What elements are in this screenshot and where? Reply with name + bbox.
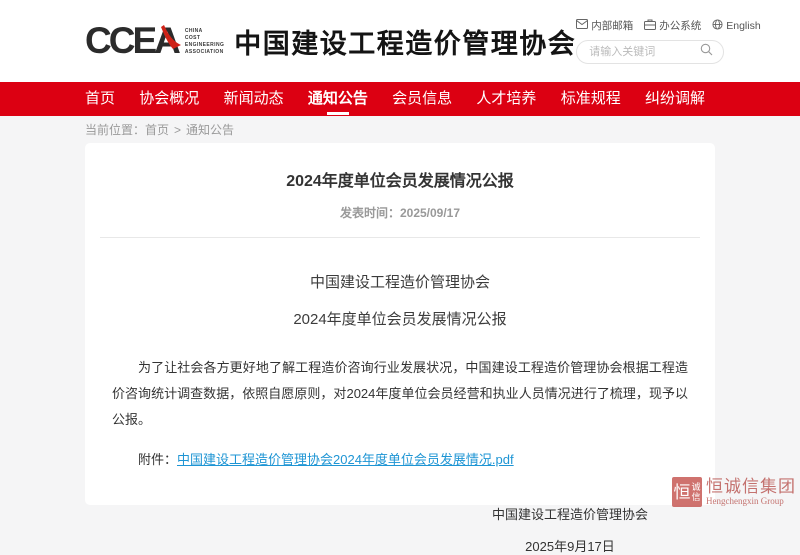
publish-date: 发表时间：2025/09/17 [100, 204, 700, 221]
internal-mail-link[interactable]: 内部邮箱 [576, 18, 633, 33]
search-input[interactable] [587, 45, 689, 59]
ccea-red-swoosh-icon [161, 24, 182, 56]
breadcrumb-home-link[interactable]: 首页 [145, 123, 169, 137]
hengchengxin-logo-icon: 恒 诚 信 [672, 477, 702, 507]
signature-block: 中国建设工程造价管理协会 2025年9月17日 [492, 504, 648, 555]
mail-icon [576, 19, 588, 32]
attachment-row: 附件：中国建设工程造价管理协会2024年度单位会员发展情况.pdf [112, 449, 688, 468]
briefcase-icon [644, 19, 656, 33]
nav-item-talent-training[interactable]: 人才培养 [476, 82, 536, 116]
breadcrumb-label: 当前位置： [85, 123, 145, 137]
publish-date-label: 发表时间： [340, 206, 400, 220]
nav-item-dispute-mediation[interactable]: 纠纷调解 [645, 82, 705, 116]
attachment-pdf-link[interactable]: 中国建设工程造价管理协会2024年度单位会员发展情况.pdf [177, 452, 514, 467]
office-system-link[interactable]: 办公系统 [644, 18, 701, 33]
header-right: 内部邮箱 办公系统 E [576, 18, 724, 64]
nav-item-association-overview[interactable]: 协会概况 [139, 82, 199, 116]
nav-item-news[interactable]: 新闻动态 [224, 82, 284, 116]
article-heading-org: 中国建设工程造价管理协会 [100, 271, 700, 292]
page-title: 2024年度单位会员发展情况公报 [100, 167, 700, 191]
attachment-label: 附件： [138, 452, 177, 467]
nav-item-member-info[interactable]: 会员信息 [392, 82, 452, 116]
logo-sub-line: CHINA [185, 28, 224, 34]
breadcrumb-current[interactable]: 通知公告 [186, 123, 234, 137]
article-heading-title: 2024年度单位会员发展情况公报 [100, 308, 700, 329]
signature-org: 中国建设工程造价管理协会 [492, 504, 648, 523]
internal-mail-label: 内部邮箱 [591, 18, 633, 33]
office-system-label: 办公系统 [659, 18, 701, 33]
article-body: 为了让社会各方更好地了解工程造价咨询行业发展状况，中国建设工程造价管理协会根据工… [112, 355, 688, 433]
article-card: 2024年度单位会员发展情况公报 发表时间：2025/09/17 中国建设工程造… [85, 143, 715, 505]
watermark-char-top: 诚 [691, 482, 700, 492]
publish-date-value: 2025/09/17 [400, 206, 460, 220]
site-logo[interactable]: CCEA CHINA COST ENGINEERING ASSOCIATION … [85, 21, 576, 61]
english-link[interactable]: English [712, 19, 760, 33]
header-quick-links: 内部邮箱 办公系统 E [576, 18, 724, 33]
nav-item-standards[interactable]: 标准规程 [561, 82, 621, 116]
nav-item-home[interactable]: 首页 [85, 82, 115, 116]
nav-item-notices[interactable]: 通知公告 [308, 82, 368, 116]
main-nav: 首页 协会概况 新闻动态 通知公告 会员信息 人才培养 标准规程 纠纷调解 [0, 82, 800, 116]
watermark-name-en: Hengchengxin Group [706, 497, 796, 506]
watermark-char-left: 恒 [673, 484, 690, 501]
ccea-logo-subtext: CHINA COST ENGINEERING ASSOCIATION [185, 28, 224, 55]
watermark-text: 恒诚信集团 Hengchengxin Group [706, 478, 796, 506]
ccea-logo-acronym: CCEA [85, 21, 178, 61]
breadcrumb-separator: > [174, 123, 181, 137]
english-label: English [726, 20, 760, 32]
search-icon[interactable] [700, 43, 713, 61]
site-header: CCEA CHINA COST ENGINEERING ASSOCIATION … [0, 0, 800, 82]
site-title-cn: 中国建设工程造价管理协会 [234, 22, 576, 61]
logo-sub-line: COST [185, 35, 224, 41]
title-divider [100, 237, 700, 238]
breadcrumb: 当前位置：首页 > 通知公告 [0, 116, 800, 143]
logo-sub-line: ENGINEERING [185, 42, 224, 48]
signature-date: 2025年9月17日 [492, 536, 648, 555]
search-box [576, 40, 724, 64]
watermark-char-bottom: 信 [691, 492, 700, 502]
logo-sub-line: ASSOCIATION [185, 49, 224, 55]
watermark-name-cn: 恒诚信集团 [706, 478, 796, 495]
hengchengxin-watermark: 恒 诚 信 恒诚信集团 Hengchengxin Group [672, 477, 796, 507]
globe-icon [712, 19, 723, 33]
